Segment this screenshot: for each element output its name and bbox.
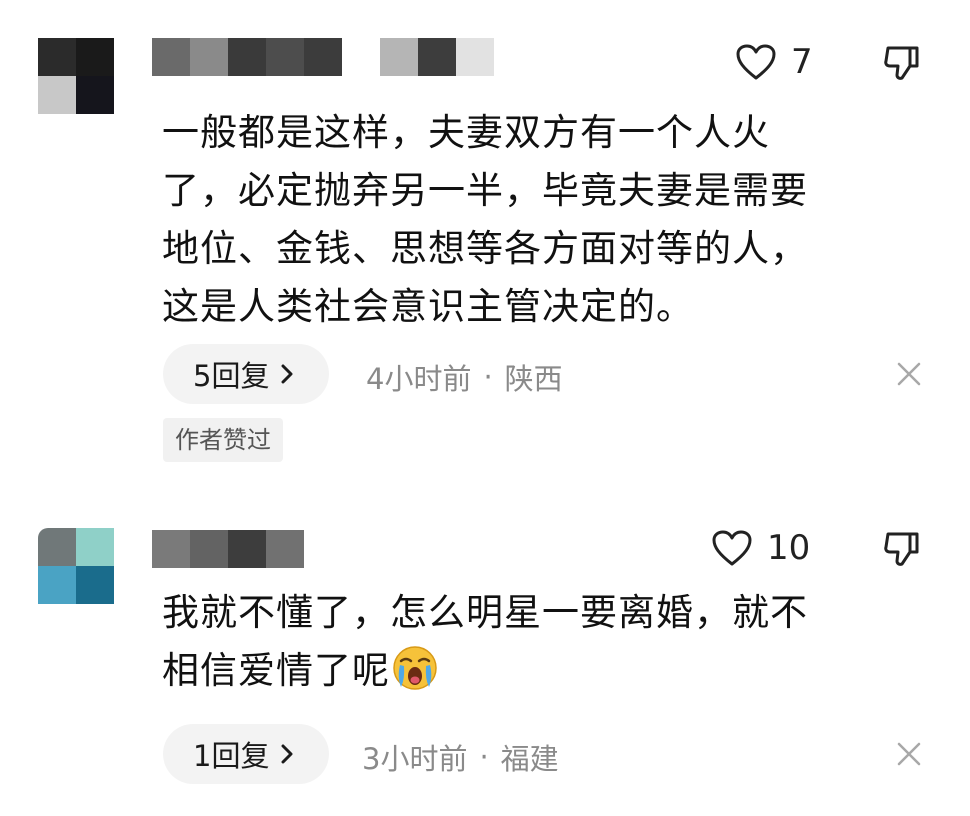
username-pixel <box>304 38 342 76</box>
like-count: 10 <box>767 528 811 568</box>
comment-text-line: 了，必定抛弃另一半，毕竟夫妻是需要 <box>162 169 808 212</box>
comment-time: 3小时前 <box>362 742 468 776</box>
comment-text: 我就不懂了，怎么明星一要离婚，就不 相信爱情了呢 <box>162 584 922 700</box>
crying-face-emoji-icon <box>393 646 437 690</box>
chevron-right-icon <box>281 744 293 764</box>
thumbs-down-outline-icon[interactable] <box>882 528 922 568</box>
comment-time: 4小时前 <box>366 362 472 396</box>
avatar-pixel <box>38 528 76 566</box>
username-pixel <box>418 38 456 76</box>
avatar-pixel <box>76 76 114 114</box>
comment-text-line: 一般都是这样，夫妻双方有一个人火 <box>162 111 770 154</box>
avatar-pixel <box>38 76 76 114</box>
username-pixel <box>266 530 304 568</box>
username-pixel <box>380 38 418 76</box>
heart-outline-icon <box>712 530 752 566</box>
comment-item: 7 一般都是这样，夫妻双方有一个人火 了，必定抛弃另一半，毕竟夫妻是需要 地位、… <box>0 0 970 470</box>
username-pixel <box>152 530 190 568</box>
replies-label: 1回复 <box>193 739 270 773</box>
comment-text-line: 这是人类社会意识主管决定的。 <box>162 285 694 328</box>
comment-meta: 3小时前 · 福建 <box>362 736 559 778</box>
comment-meta: 4小时前 · 陕西 <box>366 356 563 398</box>
username-blurred[interactable] <box>152 38 342 76</box>
comment-list: 7 一般都是这样，夫妻双方有一个人火 了，必定抛弃另一半，毕竟夫妻是需要 地位、… <box>0 0 970 816</box>
chevron-right-icon <box>281 364 293 384</box>
replies-button[interactable]: 1回复 <box>163 724 329 784</box>
avatar-pixel <box>76 38 114 76</box>
avatar[interactable] <box>38 38 114 114</box>
comment-text-line: 我就不懂了，怎么明星一要离婚，就不 <box>162 591 808 634</box>
close-icon[interactable] <box>896 741 922 767</box>
comment-item: 10 我就不懂了，怎么明星一要离婚，就不 相信爱情了呢 1回复 3小时前 · 福… <box>0 500 970 816</box>
like-button[interactable]: 10 <box>711 528 810 568</box>
username-pixel <box>266 38 304 76</box>
avatar-pixel <box>76 566 114 604</box>
meta-separator: · <box>483 360 493 394</box>
author-liked-badge: 作者赞过 <box>163 418 283 462</box>
comment-location: 福建 <box>500 742 559 776</box>
username-pixel <box>456 38 494 76</box>
replies-button[interactable]: 5回复 <box>163 344 329 404</box>
avatar-pixel <box>76 528 114 566</box>
username-pixel <box>228 530 266 568</box>
username-extra-blurred <box>380 38 494 76</box>
comment-text-line-with-emoji: 相信爱情了呢 <box>162 642 922 700</box>
thumbs-down-outline-icon[interactable] <box>882 42 922 82</box>
username-pixel <box>190 38 228 76</box>
avatar-pixel <box>38 38 76 76</box>
like-button[interactable]: 7 <box>735 42 813 82</box>
heart-outline-icon <box>736 44 776 80</box>
comment-text-line: 地位、金钱、思想等各方面对等的人， <box>162 227 808 270</box>
close-icon[interactable] <box>896 361 922 387</box>
comment-text: 一般都是这样，夫妻双方有一个人火 了，必定抛弃另一半，毕竟夫妻是需要 地位、金钱… <box>162 104 922 336</box>
avatar[interactable] <box>38 528 114 604</box>
comment-location: 陕西 <box>504 362 563 396</box>
username-blurred[interactable] <box>152 530 304 568</box>
username-pixel <box>190 530 228 568</box>
meta-separator: · <box>479 740 489 774</box>
like-count: 7 <box>791 42 813 82</box>
comment-text-line: 相信爱情了呢 <box>162 649 390 692</box>
username-pixel <box>152 38 190 76</box>
replies-label: 5回复 <box>193 359 270 393</box>
avatar-pixel <box>38 566 76 604</box>
username-pixel <box>228 38 266 76</box>
